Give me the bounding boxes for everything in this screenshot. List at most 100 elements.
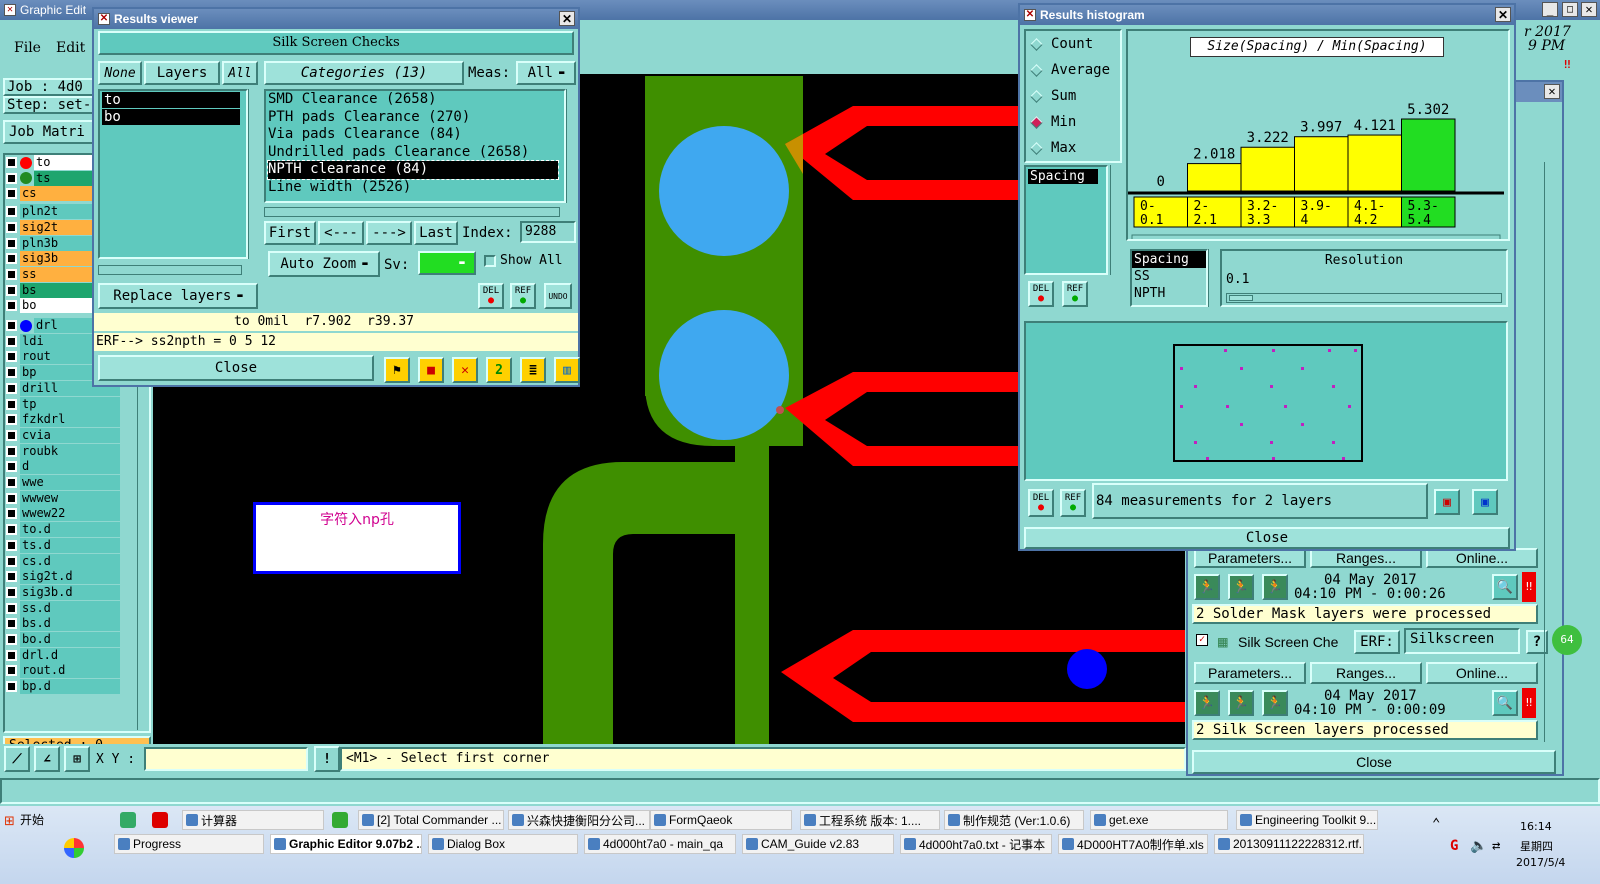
info-icon[interactable]: ! xyxy=(314,746,340,772)
measurement-marker[interactable] xyxy=(1240,367,1243,370)
layer-row[interactable]: ss.d xyxy=(6,600,120,616)
layer-row[interactable]: wwwew xyxy=(6,490,120,506)
layer-list-scrollbar[interactable] xyxy=(248,89,258,259)
auto-zoom-dropdown[interactable]: Auto Zoom ▬ xyxy=(268,251,380,277)
ref-button[interactable]: REF ● xyxy=(510,283,536,309)
layer-row[interactable]: sig2t.d xyxy=(6,569,120,585)
erf-button[interactable]: ERF: xyxy=(1354,630,1400,654)
checklist-scrollbar[interactable] xyxy=(1544,162,1558,742)
angle-icon[interactable]: ∠ xyxy=(34,746,60,772)
layer-row[interactable]: wwe xyxy=(6,475,120,490)
run-icon[interactable]: 🏃 xyxy=(1262,574,1288,600)
chart-hscroll[interactable] xyxy=(1131,234,1501,239)
del-button[interactable]: DEL ● xyxy=(478,283,504,309)
measurement-marker[interactable] xyxy=(1328,349,1331,352)
measurement-marker[interactable] xyxy=(1180,367,1183,370)
taskbar-item[interactable]: 工程系统 版本: 1.... xyxy=(800,810,940,830)
layer-checkbox[interactable] xyxy=(6,445,17,457)
category-hscroll[interactable] xyxy=(264,207,560,217)
taskbar-item[interactable]: Graphic Editor 9.07b2 ... xyxy=(270,834,422,854)
spacing-item[interactable]: Spacing xyxy=(1028,169,1098,184)
resolution-slider[interactable] xyxy=(1226,293,1502,303)
hist-ref-button[interactable]: REF ● xyxy=(1062,281,1088,307)
taskbar-item[interactable]: Dialog Box xyxy=(428,834,578,854)
taskbar-item[interactable]: 4d000ht7a0.txt - 记事本 xyxy=(900,834,1052,854)
hist-del-button-2[interactable]: DEL ● xyxy=(1028,489,1054,517)
layer-row[interactable]: rout.d xyxy=(6,663,120,679)
histogram-bar[interactable] xyxy=(1401,118,1456,192)
tray-app-icon[interactable]: G xyxy=(1450,838,1458,854)
run-icon[interactable]: 🏃 xyxy=(1228,690,1254,716)
hist-del-button[interactable]: DEL ● xyxy=(1028,281,1054,307)
layer-result-item[interactable]: bo xyxy=(102,109,240,125)
sv-color-dropdown[interactable]: ▬ xyxy=(418,251,476,275)
layer-row[interactable]: bo.d xyxy=(6,632,120,647)
layer-checkbox[interactable] xyxy=(6,539,17,551)
layer-checkbox[interactable] xyxy=(6,586,17,598)
layer-row[interactable]: to.d xyxy=(6,522,120,538)
measurement-marker[interactable] xyxy=(1284,405,1287,408)
layer-checkbox[interactable] xyxy=(6,253,17,265)
record-icon[interactable]: ■ xyxy=(418,357,444,383)
menu-edit[interactable]: Edit xyxy=(56,40,85,56)
check-enabled-checkbox[interactable]: ✓ xyxy=(1196,634,1208,646)
run-icon[interactable]: 🏃 xyxy=(1262,690,1288,716)
layer-checkbox[interactable] xyxy=(6,492,17,504)
layer-row[interactable]: drl.d xyxy=(6,647,120,663)
histogram-bar[interactable] xyxy=(1347,134,1402,192)
layer-checkbox[interactable] xyxy=(6,477,17,488)
measurement-marker[interactable] xyxy=(1206,457,1209,460)
histogram-svg[interactable]: 00-0.1 2.018 2-2.1 3.222 3.2-3.3 3.997 3.9-4 4.… xyxy=(1128,59,1508,239)
meas-dropdown[interactable]: All ▬ xyxy=(516,61,576,85)
layer-checkbox[interactable] xyxy=(6,188,17,200)
measurement-marker[interactable] xyxy=(1180,405,1183,408)
taskbar-item[interactable]: 制作规范 (Ver:1.0.6) xyxy=(944,810,1084,830)
measurement-marker[interactable] xyxy=(1226,405,1229,408)
measurement-marker[interactable] xyxy=(1332,385,1335,388)
taskbar-item[interactable]: Engineering Toolkit 9.... xyxy=(1236,810,1378,830)
layers-button[interactable]: Layers xyxy=(144,61,220,85)
category-item[interactable]: SMD Clearance (2658) xyxy=(268,91,564,109)
measurement-marker[interactable] xyxy=(1342,457,1345,460)
layer-checkbox[interactable] xyxy=(6,268,17,280)
layer-checkbox[interactable] xyxy=(6,284,17,296)
measurement-marker[interactable] xyxy=(1270,441,1273,444)
start-button[interactable]: ⊞ 开始 xyxy=(2,810,102,830)
quick-launch-icon[interactable] xyxy=(152,812,168,828)
layer-checkbox[interactable] xyxy=(6,665,17,677)
show-all-checkbox[interactable] xyxy=(484,255,496,267)
layer-checkbox[interactable] xyxy=(6,649,17,661)
none-button[interactable]: None xyxy=(98,61,142,85)
layer-checkbox[interactable] xyxy=(6,634,17,645)
measurement-marker[interactable] xyxy=(1194,385,1197,388)
taskbar-item[interactable]: get.exe xyxy=(1090,810,1228,830)
taskbar-item[interactable]: 4D000HT7A0制作单.xls ... xyxy=(1058,834,1208,854)
layer-checkbox[interactable] xyxy=(6,206,17,218)
layer-row[interactable]: cvia xyxy=(6,427,120,443)
first-button[interactable]: First xyxy=(264,221,316,245)
function-radio[interactable]: Average xyxy=(1026,57,1120,83)
taskbar-item[interactable]: CAM_Guide v2.83 xyxy=(742,834,894,854)
prev-button[interactable]: <--- xyxy=(318,221,364,245)
layer-checkbox[interactable] xyxy=(6,524,17,536)
function-radio[interactable]: Min xyxy=(1026,109,1120,135)
parameters-button-1[interactable]: Parameters... xyxy=(1194,548,1306,568)
board-preview-svg[interactable] xyxy=(1026,323,1506,479)
taskbar-item[interactable]: [2] Total Commander ... xyxy=(358,810,504,830)
zoom-icon[interactable]: 🔍 xyxy=(1492,574,1518,600)
layer-checkbox[interactable] xyxy=(6,351,17,363)
grid-icon[interactable]: ⊞ xyxy=(64,746,90,772)
function-radio[interactable]: Count xyxy=(1026,31,1120,57)
taskbar-item[interactable]: 20130911122228312.rtf... xyxy=(1214,834,1364,854)
layer-row[interactable]: tp xyxy=(6,396,120,412)
layer-checkbox[interactable] xyxy=(6,414,17,426)
zoom-icon[interactable]: 🔍 xyxy=(1492,690,1518,716)
taskbar-item[interactable]: 4d000ht7a0 - main_qa xyxy=(584,834,736,854)
measurement-marker[interactable] xyxy=(1301,367,1304,370)
measurement-marker[interactable] xyxy=(1354,349,1357,352)
histogram-bar[interactable] xyxy=(1294,136,1349,192)
category-item[interactable]: NPTH clearance (84) xyxy=(267,160,559,180)
no-ref-icon[interactable]: ✕ xyxy=(452,357,478,383)
layer-checkbox[interactable] xyxy=(6,382,17,394)
histogram-bar[interactable] xyxy=(1240,146,1295,192)
